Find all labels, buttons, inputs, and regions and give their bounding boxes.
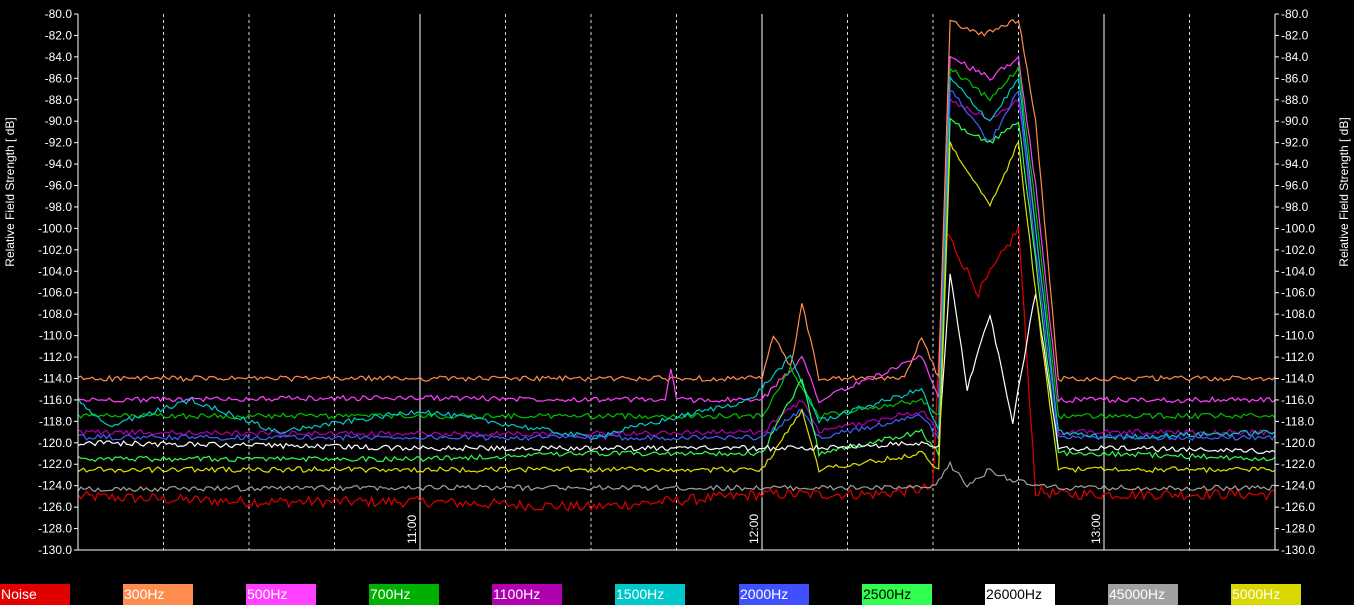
y-tick-label: -94.0 — [1281, 157, 1309, 171]
legend-item-noise: Noise — [0, 584, 70, 605]
y-tick-label: -90.0 — [45, 114, 73, 128]
y-tick-label: -110.0 — [1281, 329, 1314, 343]
y-tick-label: -102.0 — [38, 243, 72, 257]
y-tick-label: -102.0 — [1281, 243, 1315, 257]
y-tick-label: -82.0 — [1281, 28, 1309, 42]
y-tick-label: -94.0 — [45, 157, 73, 171]
y-tick-label: -116.0 — [1281, 393, 1314, 407]
legend-item-2500hz: 2500Hz — [862, 584, 932, 605]
y-tick-label: -92.0 — [45, 136, 73, 150]
legend-item-2000hz: 2000Hz — [739, 584, 809, 605]
y-axis-title-right: Relative Field Strength [ dB] — [1337, 117, 1351, 266]
y-tick-label: -128.0 — [38, 522, 72, 536]
y-tick-label: -98.0 — [45, 200, 73, 214]
y-tick-label: -88.0 — [1281, 93, 1309, 107]
legend: Noise 300Hz 500Hz 700Hz 1100Hz 1500Hz 2000Hz 25… — [0, 584, 1354, 605]
y-tick-label: -108.0 — [38, 307, 72, 321]
y-tick-label: -80.0 — [1281, 7, 1309, 21]
y-tick-label: -90.0 — [1281, 114, 1309, 128]
legend-item-1500hz: 1500Hz — [615, 584, 685, 605]
y-tick-label: -86.0 — [45, 71, 73, 85]
y-tick-label: -130.0 — [38, 543, 72, 557]
legend-item-45000hz: 45000Hz — [1108, 584, 1178, 605]
y-tick-label: -126.0 — [38, 500, 72, 514]
y-tick-label: -126.0 — [1281, 500, 1315, 514]
y-tick-label: -120.0 — [1281, 436, 1315, 450]
y-tick-label: -80.0 — [45, 7, 73, 21]
x-tick-label: 12:00 — [747, 514, 761, 544]
y-tick-label: -110.0 — [39, 329, 72, 343]
legend-item-500hz: 500Hz — [246, 584, 316, 605]
x-tick-label: 13:00 — [1089, 514, 1103, 544]
y-tick-label: -104.0 — [1281, 264, 1315, 278]
y-tick-label: -106.0 — [38, 286, 72, 300]
y-tick-label: -112.0 — [1281, 350, 1314, 364]
y-tick-label: -114.0 — [1281, 371, 1314, 385]
y-tick-label: -96.0 — [45, 179, 73, 193]
y-tick-label: -108.0 — [1281, 307, 1315, 321]
y-tick-label: -124.0 — [1281, 479, 1315, 493]
y-tick-label: -112.0 — [39, 350, 72, 364]
y-tick-label: -114.0 — [39, 371, 72, 385]
y-tick-label: -124.0 — [38, 479, 72, 493]
y-tick-label: -92.0 — [1281, 136, 1309, 150]
y-tick-label: -100.0 — [1281, 221, 1315, 235]
y-tick-label: -88.0 — [45, 93, 73, 107]
y-tick-label: -118.0 — [1281, 414, 1314, 428]
legend-item-300hz: 300Hz — [123, 584, 193, 605]
legend-item-1100hz: 1100Hz — [492, 584, 562, 605]
legend-item-700hz: 700Hz — [369, 584, 439, 605]
y-tick-label: -128.0 — [1281, 522, 1315, 536]
y-tick-label: -106.0 — [1281, 286, 1315, 300]
y-tick-label: -118.0 — [39, 414, 72, 428]
y-tick-label: -104.0 — [38, 264, 72, 278]
y-tick-label: -130.0 — [1281, 543, 1315, 557]
y-tick-label: -100.0 — [38, 221, 72, 235]
y-tick-label: -122.0 — [38, 457, 72, 471]
legend-item-5000hz: 5000Hz — [1231, 584, 1301, 605]
y-tick-label: -86.0 — [1281, 71, 1309, 85]
y-tick-label: -82.0 — [45, 28, 73, 42]
chart-area: -80.0 -82.0 -84.0 -86.0 -88.0 -90.0 -92.0 -94.0… — [0, 0, 1354, 584]
y-tick-label: -122.0 — [1281, 457, 1315, 471]
y-axis-title-left: Relative Field Strength [ dB] — [3, 117, 17, 266]
x-tick-label: 11:00 — [405, 515, 419, 544]
y-tick-label: -116.0 — [39, 393, 72, 407]
y-tick-label: -96.0 — [1281, 179, 1309, 193]
y-tick-label: -120.0 — [38, 436, 72, 450]
legend-item-26000hz: 26000Hz — [985, 584, 1055, 605]
y-tick-label: -98.0 — [1281, 200, 1309, 214]
y-tick-label: -84.0 — [45, 50, 73, 64]
y-tick-label: -84.0 — [1281, 50, 1309, 64]
